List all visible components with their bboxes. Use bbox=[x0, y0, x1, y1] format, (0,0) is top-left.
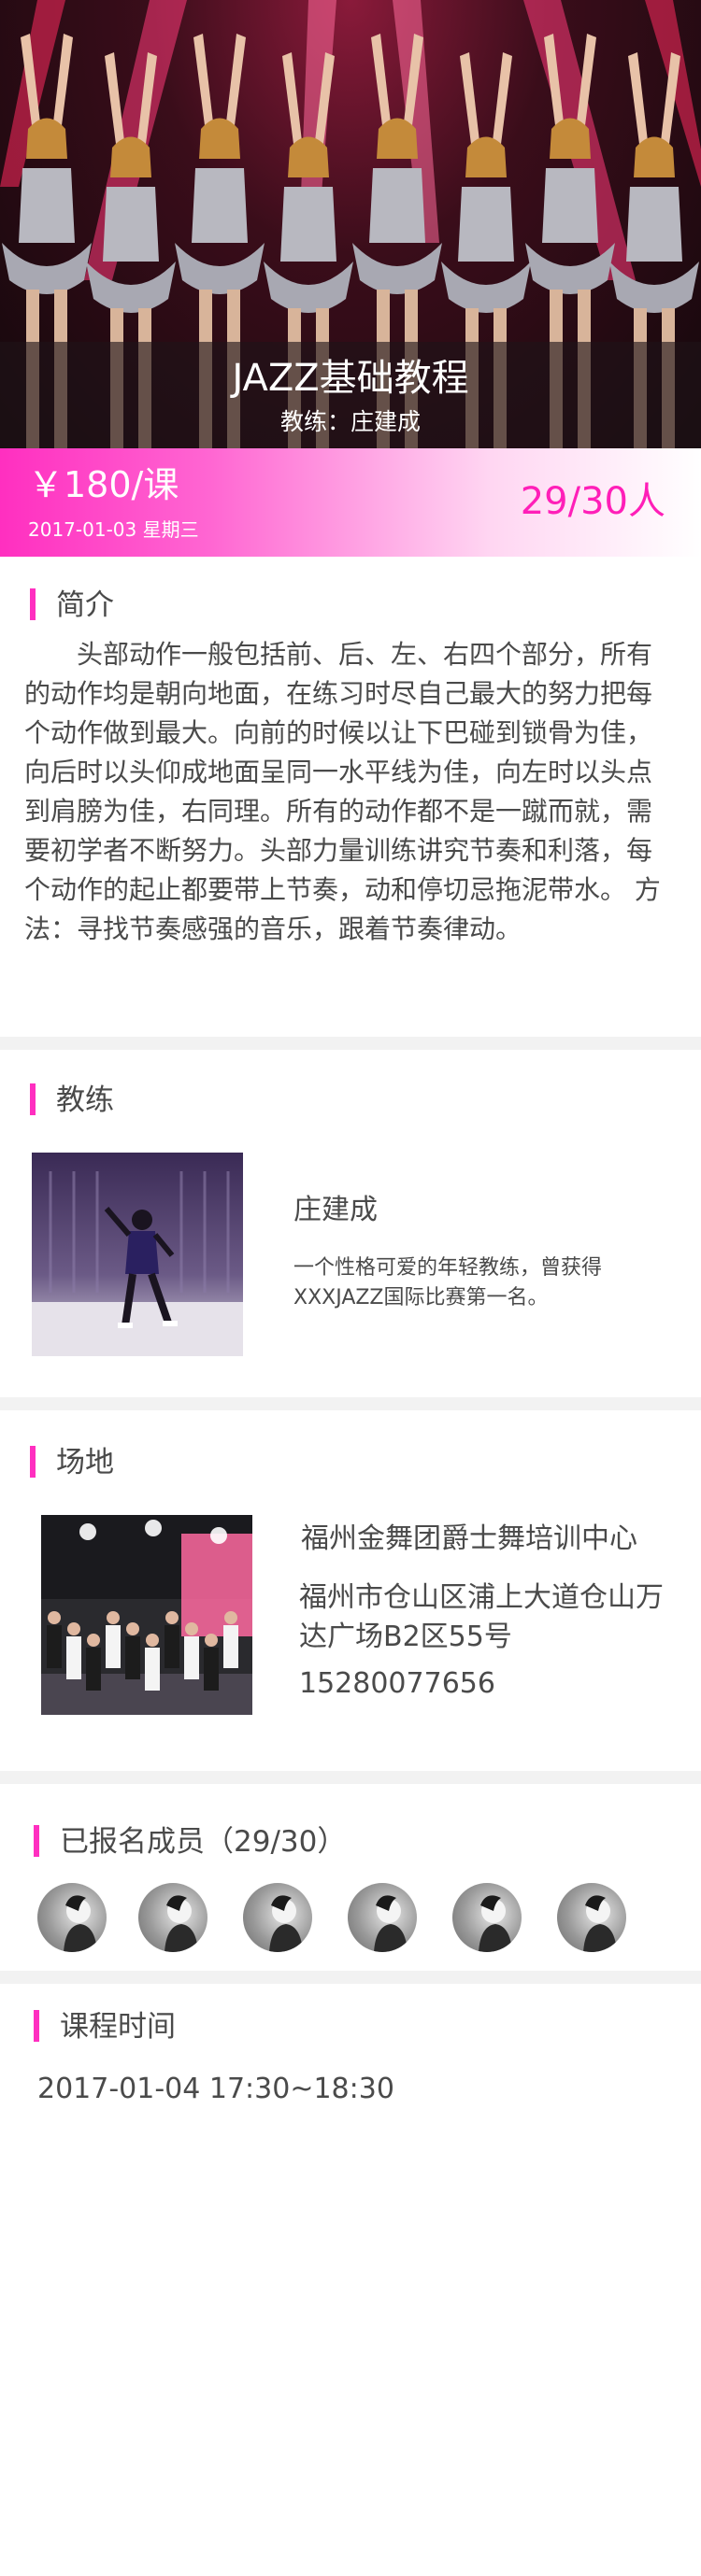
hero-caption: JAZZ基础教程 教练：庄建成 bbox=[0, 342, 701, 448]
section-accent-bar bbox=[34, 1825, 39, 1857]
section-title: 简介 bbox=[56, 588, 114, 622]
intro-text: 头部动作一般包括前、后、左、右四个部分，所有的动作均是朝向地面，在练习时尽自己最… bbox=[24, 639, 661, 944]
member-avatar[interactable] bbox=[37, 1883, 107, 1952]
coach-name: 庄建成 bbox=[293, 1194, 378, 1226]
section-title: 课程时间 bbox=[60, 2010, 176, 2044]
section-accent-bar bbox=[30, 1083, 36, 1115]
section-accent-bar bbox=[30, 588, 36, 620]
section-title: 场地 bbox=[56, 1446, 114, 1479]
section-title: 已报名成员（29/30） bbox=[60, 1825, 347, 1859]
venue-address[interactable]: 福州市仓山区浦上大道仓山万达广场B2区55号 bbox=[299, 1578, 673, 1657]
member-avatar[interactable] bbox=[243, 1883, 312, 1952]
price-bar: ￥180/课 2017-01-03 星期三 29/30人 bbox=[0, 448, 701, 557]
section-divider bbox=[0, 1771, 701, 1784]
coach-subtitle: 教练：庄建成 bbox=[279, 408, 421, 435]
hero-banner: JAZZ基础教程 教练：庄建成 bbox=[0, 0, 701, 448]
course-price: ￥180/课 bbox=[28, 464, 179, 505]
member-avatar[interactable] bbox=[348, 1883, 417, 1952]
enrollment-count: 29/30人 bbox=[520, 480, 665, 523]
section-accent-bar bbox=[34, 2010, 39, 2042]
venue-phone[interactable]: 15280077656 bbox=[299, 1664, 495, 1704]
section-divider bbox=[0, 1037, 701, 1050]
section-divider bbox=[0, 1397, 701, 1410]
venue-name: 福州金舞团爵士舞培训中心 bbox=[301, 1522, 637, 1555]
course-time: 2017-01-04 17:30~18:30 bbox=[37, 2073, 394, 2105]
member-avatar-list bbox=[37, 1883, 682, 1954]
venue-photo[interactable] bbox=[41, 1515, 252, 1715]
section-title: 教练 bbox=[56, 1083, 114, 1117]
section-divider bbox=[0, 1971, 701, 1984]
member-avatar[interactable] bbox=[557, 1883, 626, 1952]
coach-description: 一个性格可爱的年轻教练，曾获得XXXJAZZ国际比赛第一名。 bbox=[293, 1256, 603, 1309]
section-accent-bar bbox=[30, 1446, 36, 1478]
member-avatar[interactable] bbox=[452, 1883, 522, 1952]
coach-photo[interactable] bbox=[32, 1153, 243, 1356]
course-date: 2017-01-03 星期三 bbox=[28, 518, 199, 541]
member-avatar[interactable] bbox=[138, 1883, 207, 1952]
course-title: JAZZ基础教程 bbox=[232, 357, 469, 400]
